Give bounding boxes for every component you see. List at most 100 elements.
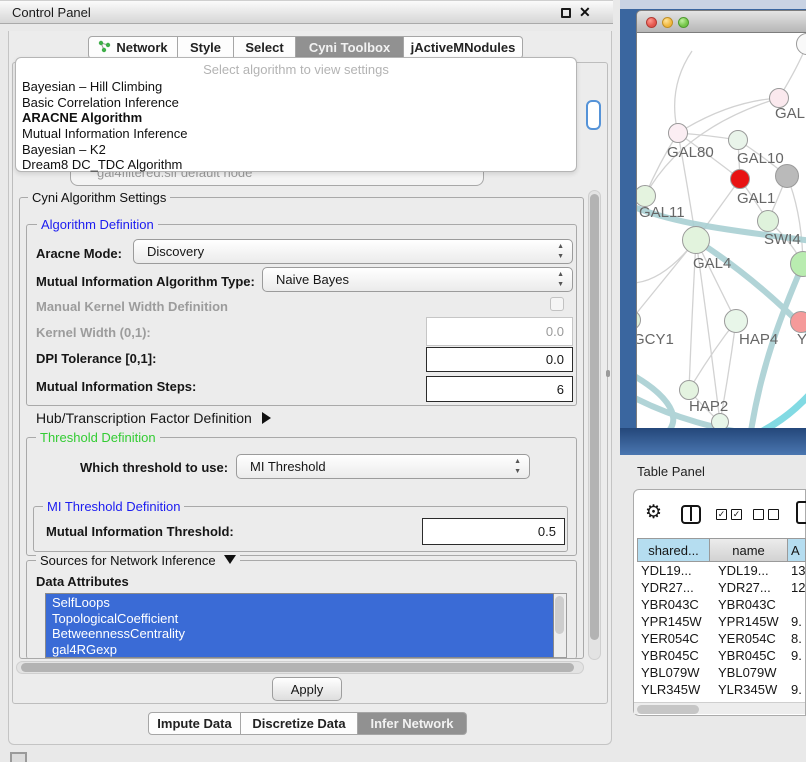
collapse-arrow-icon [224, 555, 236, 564]
mi-type-combo[interactable]: Naive Bayes ▲▼ [262, 267, 573, 292]
checked-checkbox-icon[interactable]: ✓ [716, 509, 727, 520]
table-row[interactable]: YBL079WYBL079W [637, 664, 806, 681]
tab-impute-data[interactable]: Impute Data [148, 712, 241, 735]
network-node-hap4[interactable] [724, 309, 748, 333]
table-cell: YBR045C [637, 647, 710, 664]
algorithm-option[interactable]: Bayesian – Hill Climbing [22, 79, 570, 95]
tab-discretize-data[interactable]: Discretize Data [241, 712, 358, 735]
tab-cyni-toolbox[interactable]: Cyni Toolbox [296, 36, 404, 59]
sources-toggle[interactable]: Sources for Network Inference [36, 553, 240, 568]
close-traffic-light[interactable] [646, 17, 657, 28]
table-horizontal-scrollbar[interactable] [634, 702, 805, 714]
data-attribute-item[interactable]: BetweennessCentrality [46, 626, 553, 642]
combo-stepper-icon: ▲▼ [557, 270, 564, 290]
gear-icon[interactable]: ⚙ [645, 501, 662, 524]
scrollbar-thumb[interactable] [555, 596, 564, 634]
column-header-name[interactable]: name [710, 538, 788, 562]
cyni-algorithm-settings-title: Cyni Algorithm Settings [28, 190, 170, 205]
table-row[interactable]: YER054CYER054C8. [637, 630, 806, 647]
table-cell: YDL19... [710, 562, 788, 579]
scrollbar-thumb[interactable] [590, 194, 599, 640]
table-cell: YBR043C [637, 596, 710, 613]
tab-network[interactable]: Network [88, 36, 178, 59]
table-cell: YDL19... [637, 562, 710, 579]
network-node[interactable] [711, 413, 729, 428]
table-row[interactable]: YBR045CYBR045C9. [637, 647, 806, 664]
table-body: YDL19...YDL19...13YDR27...YDR27...12YBR0… [637, 562, 806, 703]
data-attribute-item[interactable]: gal4RGexp [46, 642, 553, 658]
kernel-width-field[interactable]: 0.0 [426, 317, 573, 346]
node-label: Y [797, 331, 806, 348]
splitter-handle[interactable] [606, 370, 610, 377]
column-header-shared-name[interactable]: shared... [637, 538, 710, 562]
network-node-gal1[interactable] [730, 169, 750, 189]
algorithm-option[interactable]: Mutual Information Inference [22, 126, 570, 142]
table-row[interactable]: YDR27...YDR27...12 [637, 579, 806, 596]
tab-style-label: Style [190, 40, 221, 55]
mi-threshold-field[interactable]: 0.5 [422, 518, 565, 545]
network-node[interactable] [775, 164, 799, 188]
manual-kernel-checkbox[interactable] [550, 297, 564, 311]
hub-definition-label: Hub/Transcription Factor Definition [36, 410, 252, 426]
algorithm-option[interactable]: Bayesian – K2 [22, 142, 570, 158]
document-icon[interactable] [796, 501, 806, 524]
minimized-panel-icon[interactable] [10, 752, 27, 762]
tab-infer-network[interactable]: Infer Network [358, 712, 467, 735]
tab-style[interactable]: Style [178, 36, 234, 59]
data-attribute-item[interactable]: SelfLoops [46, 595, 553, 611]
network-node-y[interactable] [790, 311, 806, 333]
network-node-gal80[interactable] [668, 123, 688, 143]
table-row[interactable]: YBR043CYBR043C [637, 596, 806, 613]
zoom-traffic-light[interactable] [678, 17, 689, 28]
tab-jactivemnodules[interactable]: jActiveMNodules [404, 36, 523, 59]
columns-icon[interactable] [681, 505, 701, 524]
network-node-hap2[interactable] [679, 380, 699, 400]
table-row[interactable]: YDL19...YDL19...13 [637, 562, 806, 579]
scrollbar-thumb[interactable] [21, 663, 574, 672]
checked-checkbox-icon[interactable]: ✓ [731, 509, 742, 520]
tab-select[interactable]: Select [234, 36, 296, 59]
table-cell: YLR345W [710, 681, 788, 698]
data-attribute-item[interactable]: TopologicalCoefficient [46, 611, 553, 627]
unchecked-checkbox-icon[interactable] [768, 509, 779, 520]
column-header-partial[interactable]: A [788, 538, 806, 562]
attributes-list-scrollbar[interactable] [554, 593, 567, 658]
table-cell: 9. [788, 647, 806, 664]
algorithm-dropdown: Select algorithm to view settings Bayesi… [15, 57, 577, 172]
network-node-gal10[interactable] [728, 130, 748, 150]
dpi-tolerance-field[interactable]: 0.0 [426, 347, 573, 372]
aracne-mode-value: Discovery [147, 244, 204, 259]
table-cell: YBL079W [710, 664, 788, 681]
table-row[interactable]: YLR345WYLR345W9. [637, 681, 806, 698]
scrollbar-thumb[interactable] [637, 705, 699, 714]
close-icon[interactable]: ✕ [579, 4, 591, 21]
which-threshold-label: Which threshold to use: [80, 460, 228, 475]
table-cell: YDR27... [710, 579, 788, 596]
node-label: GAL10 [737, 150, 784, 167]
algorithm-option[interactable]: Dream8 DC_TDC Algorithm [22, 157, 570, 173]
mi-threshold-box-title: MI Threshold Definition [43, 499, 184, 514]
network-node-swi4[interactable] [757, 210, 779, 232]
unchecked-checkbox-icon[interactable] [753, 509, 764, 520]
algorithm-option[interactable]: ARACNE Algorithm [22, 110, 570, 126]
minimize-traffic-light[interactable] [662, 17, 673, 28]
settings-vertical-scrollbar[interactable] [588, 190, 601, 660]
table-row[interactable]: YPR145WYPR145W9. [637, 613, 806, 630]
aracne-mode-combo[interactable]: Discovery ▲▼ [133, 239, 573, 264]
network-canvas[interactable]: GALGAL80GAL10GAL1GAL11SWI4GAL4GCY1HAP4YH… [636, 33, 806, 428]
algorithm-option[interactable]: Basic Correlation Inference [22, 95, 570, 111]
expand-arrow-icon [262, 412, 271, 424]
float-window-icon[interactable] [561, 8, 571, 18]
control-panel-titlebar: Control Panel ✕ [0, 0, 613, 24]
tab-jactivemnodules-label: jActiveMNodules [411, 40, 516, 55]
which-threshold-combo[interactable]: MI Threshold ▲▼ [236, 454, 530, 479]
settings-horizontal-scrollbar[interactable] [16, 661, 584, 674]
tab-select-label: Select [245, 40, 283, 55]
table-cell: 13 [788, 562, 806, 579]
mi-type-label: Mutual Information Algorithm Type: [36, 274, 255, 289]
network-node-gal4[interactable] [682, 226, 710, 254]
hub-definition-toggle[interactable]: Hub/Transcription Factor Definition [36, 410, 271, 426]
mi-steps-field[interactable]: 6 [426, 376, 573, 402]
apply-button[interactable]: Apply [272, 677, 342, 701]
network-window-titlebar[interactable] [636, 10, 806, 33]
